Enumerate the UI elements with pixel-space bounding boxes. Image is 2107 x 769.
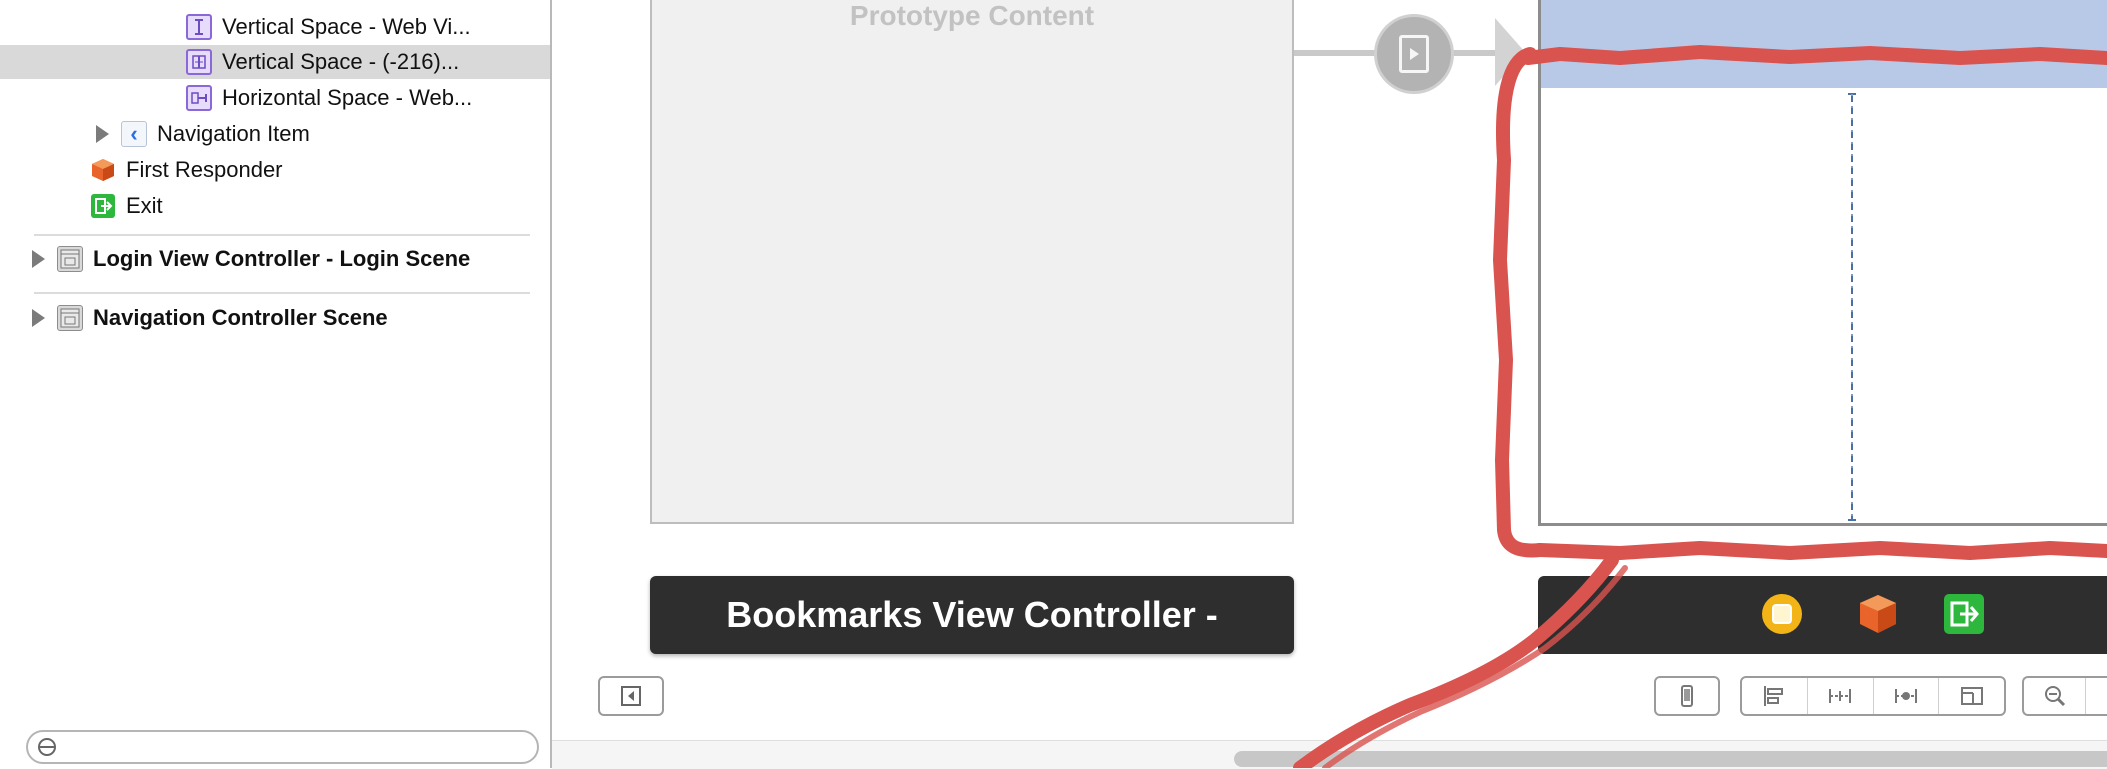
segue-icon[interactable] — [1374, 14, 1454, 94]
scrollbar-thumb[interactable] — [1234, 751, 2107, 767]
outline-item-vertical-space-216[interactable]: Vertical Space - (-216)... — [0, 45, 550, 79]
outline-item-horizontal-space-web[interactable]: Horizontal Space - Web... — [0, 81, 550, 115]
segue-arrowhead — [1495, 18, 1525, 86]
disclosure-triangle-icon[interactable] — [96, 125, 109, 143]
outline-item-label: Exit — [126, 193, 163, 218]
resize-icon — [1960, 687, 1983, 705]
zoom-out-icon — [2044, 686, 2065, 707]
document-outline-panel: Vertical Space - Web Vi... Vertical Spac… — [0, 0, 552, 768]
resizing-behavior-button[interactable] — [1939, 678, 2004, 714]
cube-icon[interactable] — [1856, 592, 1900, 636]
disclosure-triangle-icon[interactable] — [32, 309, 45, 327]
outline-item-label: Navigation Item — [157, 121, 310, 146]
zoom-controls — [2022, 676, 2107, 716]
outline-item-label: First Responder — [126, 157, 283, 182]
first-responder-yellow-icon[interactable] — [1760, 592, 1804, 636]
pin-button[interactable] — [1808, 678, 1874, 714]
scene-label: Login View Controller - Login Scene — [93, 246, 471, 271]
outline-item-label: Vertical Space - (-216)... — [222, 49, 460, 74]
show-document-outline-button[interactable] — [598, 676, 664, 716]
zoom-in-button[interactable] — [2086, 678, 2107, 714]
align-button[interactable] — [1742, 678, 1808, 714]
filter-input[interactable] — [64, 734, 528, 762]
outline-item-navigation-item[interactable]: ‹ Navigation Item — [0, 117, 550, 151]
storyboard-canvas[interactable]: Prototype Content Bookmarks View Control… — [552, 0, 2107, 769]
outline-separator — [34, 234, 530, 236]
horizontal-scrollbar[interactable] — [552, 740, 2107, 769]
scene-icon — [57, 305, 83, 331]
scene-icon — [57, 246, 83, 272]
outline-filter-field[interactable] — [26, 730, 539, 764]
device-icon — [1681, 685, 1693, 707]
first-responder-cube-icon — [90, 157, 116, 183]
outline-separator — [34, 292, 530, 294]
auto-layout-controls — [1740, 676, 2006, 716]
outline-item-label: Vertical Space - Web Vi... — [222, 14, 471, 39]
resolve-icon — [1894, 689, 1917, 703]
canvas-toolbar — [552, 672, 2107, 722]
vertical-constraint-icon — [186, 49, 212, 75]
navigation-item-icon: ‹ — [121, 121, 147, 147]
outline-scene-navigation-controller[interactable]: Navigation Controller Scene — [0, 301, 550, 335]
vertical-constraint-icon — [186, 14, 212, 40]
scene-label: Navigation Controller Scene — [93, 305, 388, 330]
scene-title-bar[interactable]: Bookmarks View Controller - — [650, 576, 1294, 654]
simulated-size-button[interactable] — [1654, 676, 1720, 716]
disclosure-triangle-icon[interactable] — [32, 250, 45, 268]
prototype-content-label: Prototype Content — [849, 0, 1095, 31]
filter-icon — [38, 738, 56, 756]
outline-item-vertical-space-web-view[interactable]: Vertical Space - Web Vi... — [0, 10, 550, 44]
outline-scene-login[interactable]: Login View Controller - Login Scene — [0, 242, 550, 276]
bookmarks-view-controller-scene[interactable]: Prototype Content — [650, 0, 1294, 524]
outline-item-label: Horizontal Space - Web... — [222, 85, 473, 110]
zoom-out-button[interactable] — [2024, 678, 2087, 714]
exit-icon[interactable] — [1942, 592, 1986, 636]
pin-icon — [1829, 689, 1852, 703]
horizontal-constraint-icon — [186, 85, 212, 111]
resolve-issues-button[interactable] — [1874, 678, 1940, 714]
panel-toggle-icon — [621, 686, 641, 706]
scene-dock — [1538, 576, 2107, 654]
vertical-space-constraint[interactable] — [1847, 92, 1857, 522]
outline-item-first-responder[interactable]: First Responder — [0, 153, 550, 187]
align-icon — [1764, 686, 1784, 706]
outline-item-exit[interactable]: Exit — [0, 189, 550, 223]
exit-icon — [90, 193, 116, 219]
navigation-bar[interactable] — [1541, 0, 2107, 88]
web-view-controller-scene[interactable] — [1538, 0, 2107, 526]
